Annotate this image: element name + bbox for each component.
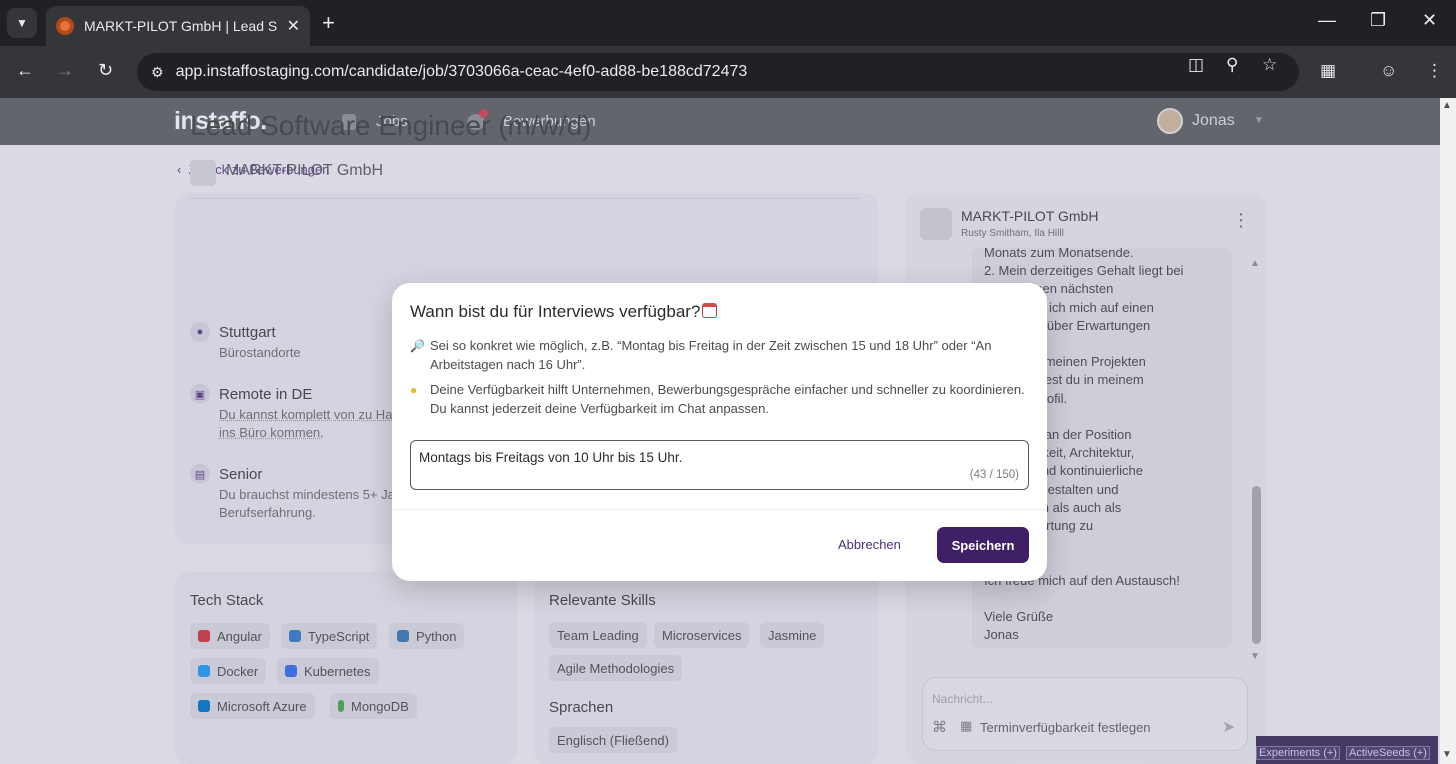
hint-concrete-text: Sei so konkret wie möglich, z.B. “Montag…: [430, 338, 992, 372]
modal-title: Wann bist du für Interviews verfügbar?: [410, 302, 718, 322]
modal-title-text: Wann bist du für Interviews verfügbar?: [410, 302, 701, 321]
tab-favicon-icon: [56, 17, 74, 35]
minimize-icon[interactable]: —: [1318, 10, 1336, 31]
tab-title: MARKT-PILOT GmbH | Lead Sof: [84, 18, 277, 34]
calendar-icon: [702, 303, 718, 318]
tab-close-icon[interactable]: ✕: [287, 16, 300, 36]
hint-availability: ● Deine Verfügbarkeit hilft Unternehmen,…: [410, 381, 1030, 418]
extensions-icon[interactable]: ▦: [1320, 61, 1336, 81]
cancel-button[interactable]: Abbrechen: [838, 537, 901, 552]
availability-input[interactable]: Montags bis Freitags von 10 Uhr bis 15 U…: [410, 440, 1029, 490]
restore-icon[interactable]: ❐: [1370, 10, 1386, 31]
back-arrow-icon[interactable]: ←: [16, 60, 34, 81]
page-scroll-down-icon[interactable]: ▼: [1442, 749, 1452, 760]
browser-tabbar: ▼ MARKT-PILOT GmbH | Lead Sof ✕ + — ❐ ✕: [0, 0, 1456, 46]
site-info-icon[interactable]: ⚙: [151, 64, 164, 81]
page-scroll-up-icon[interactable]: ▲: [1442, 100, 1452, 111]
page-scrollbar[interactable]: [1440, 98, 1456, 764]
availability-input-value[interactable]: Montags bis Freitags von 10 Uhr bis 15 U…: [419, 450, 682, 465]
forward-arrow-icon[interactable]: →: [56, 60, 74, 81]
address-bar[interactable]: ⚙ app.instaffostaging.com/candidate/job/…: [137, 53, 1299, 91]
reload-icon[interactable]: ↻: [98, 60, 113, 81]
magnifier-icon: 🔎: [410, 339, 425, 353]
url-text[interactable]: app.instaffostaging.com/candidate/job/37…: [176, 63, 748, 81]
availability-modal: Wann bist du für Interviews verfügbar? 🔎…: [392, 283, 1047, 581]
install-app-icon[interactable]: ◫: [1188, 55, 1204, 75]
profile-icon[interactable]: ☺: [1380, 61, 1397, 81]
tab-search-chevron-icon[interactable]: ▼: [7, 8, 37, 38]
browser-menu-icon[interactable]: ⋮: [1426, 61, 1443, 81]
browser-toolbar: ← → ↻ ⚙ app.instaffostaging.com/candidat…: [0, 46, 1456, 98]
hint-availability-text: Deine Verfügbarkeit hilft Unternehmen, B…: [430, 382, 1025, 416]
zoom-icon[interactable]: ⚲: [1226, 55, 1238, 75]
char-counter: (43 / 150): [969, 469, 1019, 481]
lightbulb-icon: ●: [410, 383, 418, 397]
window-close-icon[interactable]: ✕: [1422, 10, 1437, 31]
new-tab-icon[interactable]: +: [322, 10, 335, 36]
bookmark-star-icon[interactable]: ☆: [1262, 55, 1277, 75]
modal-divider: [392, 509, 1047, 510]
hint-concrete: 🔎 Sei so konkret wie möglich, z.B. “Mont…: [410, 337, 1030, 374]
save-button[interactable]: Speichern: [937, 527, 1029, 563]
browser-tab[interactable]: MARKT-PILOT GmbH | Lead Sof ✕: [46, 6, 310, 46]
